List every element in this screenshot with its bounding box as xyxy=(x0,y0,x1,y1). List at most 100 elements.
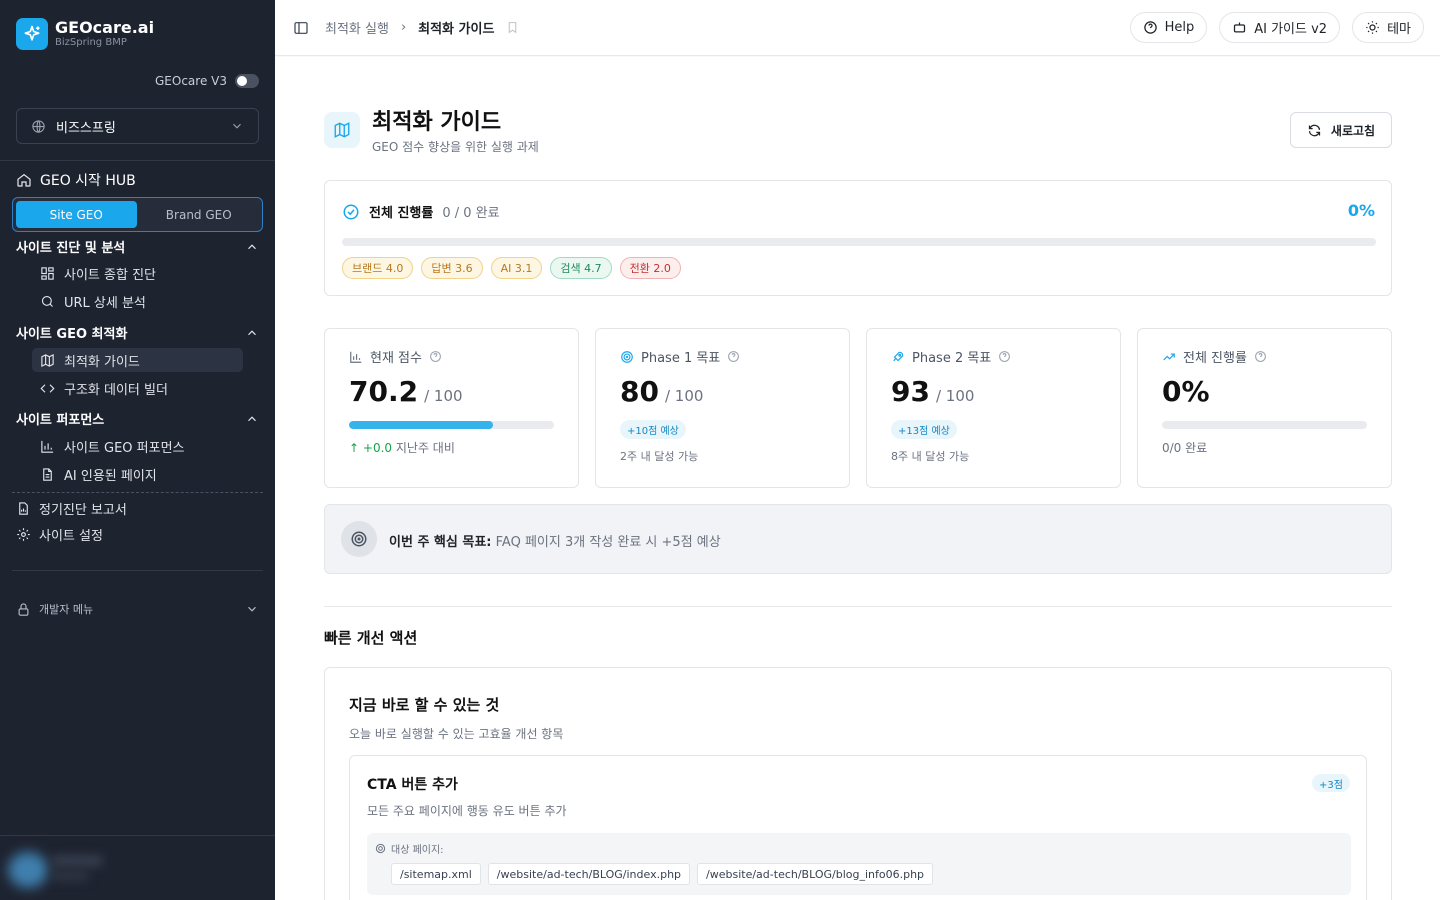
ai-guide-button[interactable]: AI 가이드 v2 xyxy=(1219,12,1341,43)
grid-icon xyxy=(41,266,54,280)
help-icon[interactable] xyxy=(727,350,740,363)
dev-menu-label: 개발자 메뉴 xyxy=(39,603,94,616)
org-select-value: 비즈스프링 xyxy=(56,120,116,136)
score-tag: 브랜드 4.0 xyxy=(342,257,414,279)
sidebar-item-geo-performance[interactable]: 사이트 GEO 퍼포먼스 xyxy=(32,434,243,458)
globe-icon xyxy=(32,119,45,133)
user-email-blurred xyxy=(52,872,88,880)
weekly-goal-text: 이번 주 핵심 목표: FAQ 페이지 3개 작성 완료 시 +5점 예상 xyxy=(389,531,721,550)
bar-chart-icon xyxy=(41,440,54,453)
section-diagnosis[interactable]: 사이트 진단 및 분석 xyxy=(16,237,259,256)
sidebar-item-label: URL 상세 분석 xyxy=(64,295,146,311)
avatar xyxy=(8,852,48,888)
theme-button[interactable]: 테마 xyxy=(1352,12,1424,43)
action-item-title: CTA 버튼 추가 xyxy=(367,777,458,793)
sidebar-item-url-analysis[interactable]: URL 상세 분석 xyxy=(32,289,243,313)
code-icon xyxy=(40,383,55,393)
action-item-desc: 모든 주요 페이지에 행동 유도 버튼 추가 xyxy=(367,804,567,818)
user-profile[interactable] xyxy=(8,848,108,888)
target-pages-header: 대상 페이지: xyxy=(375,841,444,856)
overall-progress-header: 전체 진행률 0 / 0 완료 xyxy=(342,202,500,221)
sidebar-item-settings[interactable]: 사이트 설정 xyxy=(16,525,103,544)
breadcrumb-item[interactable]: 최적화 실행 xyxy=(325,18,389,37)
brand-title: GEOcare.ai xyxy=(55,18,155,37)
stat-note: 0/0 완료 xyxy=(1162,441,1208,455)
breadcrumb: 최적화 실행 › 최적화 가이드 xyxy=(293,18,519,37)
bot-icon xyxy=(1234,22,1246,33)
overall-progress-percent: 0% xyxy=(1347,201,1375,220)
sidebar-item-report[interactable]: 정기진단 보고서 xyxy=(16,499,127,518)
section-optimization[interactable]: 사이트 GEO 최적화 xyxy=(16,323,259,342)
topbar-actions: Help AI 가이드 v2 테마 xyxy=(1129,12,1424,43)
segment-site-geo[interactable]: Site GEO xyxy=(16,201,137,228)
score-tag: AI 3.1 xyxy=(490,257,543,279)
geo-segment: Site GEO Brand GEO xyxy=(12,197,263,232)
version-toggle-row: GEOcare V3 xyxy=(155,74,259,88)
stat-chip: +10점 예상 xyxy=(620,420,686,439)
trending-up-icon xyxy=(1163,353,1175,360)
sidebar-divider xyxy=(12,570,263,571)
stat-chip: +13점 예상 xyxy=(891,420,957,439)
stat-card-overall-progress: 전체 진행률 0% 0/0 완료 xyxy=(1137,328,1392,488)
target-path-chip[interactable]: /website/ad-tech/BLOG/blog_info06.php xyxy=(697,863,934,885)
stat-note: 8주 내 달성 가능 xyxy=(891,450,970,463)
stat-unit: / 100 xyxy=(664,387,704,405)
sidebar-item-label: AI 인용된 페이지 xyxy=(64,468,157,484)
target-path-chip[interactable]: /website/ad-tech/BLOG/index.php xyxy=(487,863,691,885)
sidebar-dashed-divider xyxy=(12,492,263,493)
sidebar-item-optimization-guide[interactable]: 최적화 가이드 xyxy=(32,348,243,372)
target-pages-label: 대상 페이지: xyxy=(391,845,444,856)
current-score-bar xyxy=(349,421,554,429)
help-button[interactable]: Help xyxy=(1129,12,1208,43)
refresh-button[interactable]: 새로고침 xyxy=(1290,112,1392,148)
breadcrumb-separator: › xyxy=(400,20,407,35)
sun-icon xyxy=(1366,21,1379,34)
gear-icon xyxy=(17,528,30,541)
sidebar-item-label: 사이트 GEO 퍼포먼스 xyxy=(64,440,185,456)
dev-menu[interactable]: 개발자 메뉴 xyxy=(16,601,259,617)
refresh-icon xyxy=(1308,124,1321,136)
overall-progress-card: 전체 진행률 0 / 0 완료 0% 브랜드 4.0 답변 3.6 AI 3.1 검색… xyxy=(324,180,1392,296)
stat-label: 현재 점수 xyxy=(370,351,422,366)
chevron-up-icon xyxy=(248,415,256,421)
sidebar-item-label: GEO 시작 HUB xyxy=(40,173,136,189)
stat-delta-suffix: 지난주 대비 xyxy=(395,441,455,455)
sidebar-item-site-diagnosis[interactable]: 사이트 종합 진단 xyxy=(32,261,243,285)
refresh-button-label: 새로고침 xyxy=(1330,123,1376,138)
brand[interactable]: GEOcare.ai BizSpring BMP xyxy=(16,18,154,50)
stat-card-phase1: Phase 1 목표 80 / 100 +10점 예상 2주 내 달성 가능 xyxy=(595,328,850,488)
bookmark-icon[interactable] xyxy=(506,21,519,34)
quick-actions-title: 빠른 개선 액션 xyxy=(324,629,418,647)
overall-progress-label: 전체 진행률 xyxy=(369,206,434,221)
segment-brand-geo[interactable]: Brand GEO xyxy=(139,201,260,228)
version-toggle[interactable] xyxy=(235,74,259,88)
help-icon[interactable] xyxy=(429,350,442,363)
sidebar-item-structured-data[interactable]: 구조화 데이터 빌더 xyxy=(32,376,243,400)
stat-value: 93 xyxy=(891,375,930,408)
help-icon[interactable] xyxy=(998,350,1011,363)
section-performance[interactable]: 사이트 퍼포먼스 xyxy=(16,409,259,428)
action-item-card[interactable]: CTA 버튼 추가 +3점 모든 주요 페이지에 행동 유도 버튼 추가 대상 … xyxy=(349,755,1367,900)
sidebar-divider xyxy=(0,160,275,161)
target-path-chip[interactable]: /sitemap.xml xyxy=(391,863,481,885)
sidebar-toggle-icon[interactable] xyxy=(293,20,309,36)
org-select[interactable]: 비즈스프링 xyxy=(16,108,259,144)
score-tag: 답변 3.6 xyxy=(421,257,483,279)
sidebar-item-ai-cited[interactable]: AI 인용된 페이지 xyxy=(32,462,243,486)
quick-card-title: 지금 바로 할 수 있는 것 xyxy=(349,696,500,714)
score-tag: 검색 4.7 xyxy=(550,257,612,279)
target-icon xyxy=(621,350,633,363)
sidebar-item-label: 구조화 데이터 빌더 xyxy=(64,382,168,398)
lock-icon xyxy=(18,602,29,616)
chevron-up-icon xyxy=(248,329,256,335)
stat-unit: / 100 xyxy=(935,387,975,405)
help-button-label: Help xyxy=(1164,20,1195,35)
check-circle-icon xyxy=(343,204,359,219)
theme-button-label: 테마 xyxy=(1387,22,1411,37)
sidebar-item-hub[interactable]: GEO 시작 HUB xyxy=(16,170,136,190)
weekly-goal-label: 이번 주 핵심 목표: xyxy=(389,535,492,550)
sidebar-divider xyxy=(0,835,275,836)
stat-card-phase2: Phase 2 목표 93 / 100 +13점 예상 8주 내 달성 가능 xyxy=(866,328,1121,488)
help-icon[interactable] xyxy=(1254,350,1267,363)
overall-progress-bar xyxy=(342,238,1376,246)
